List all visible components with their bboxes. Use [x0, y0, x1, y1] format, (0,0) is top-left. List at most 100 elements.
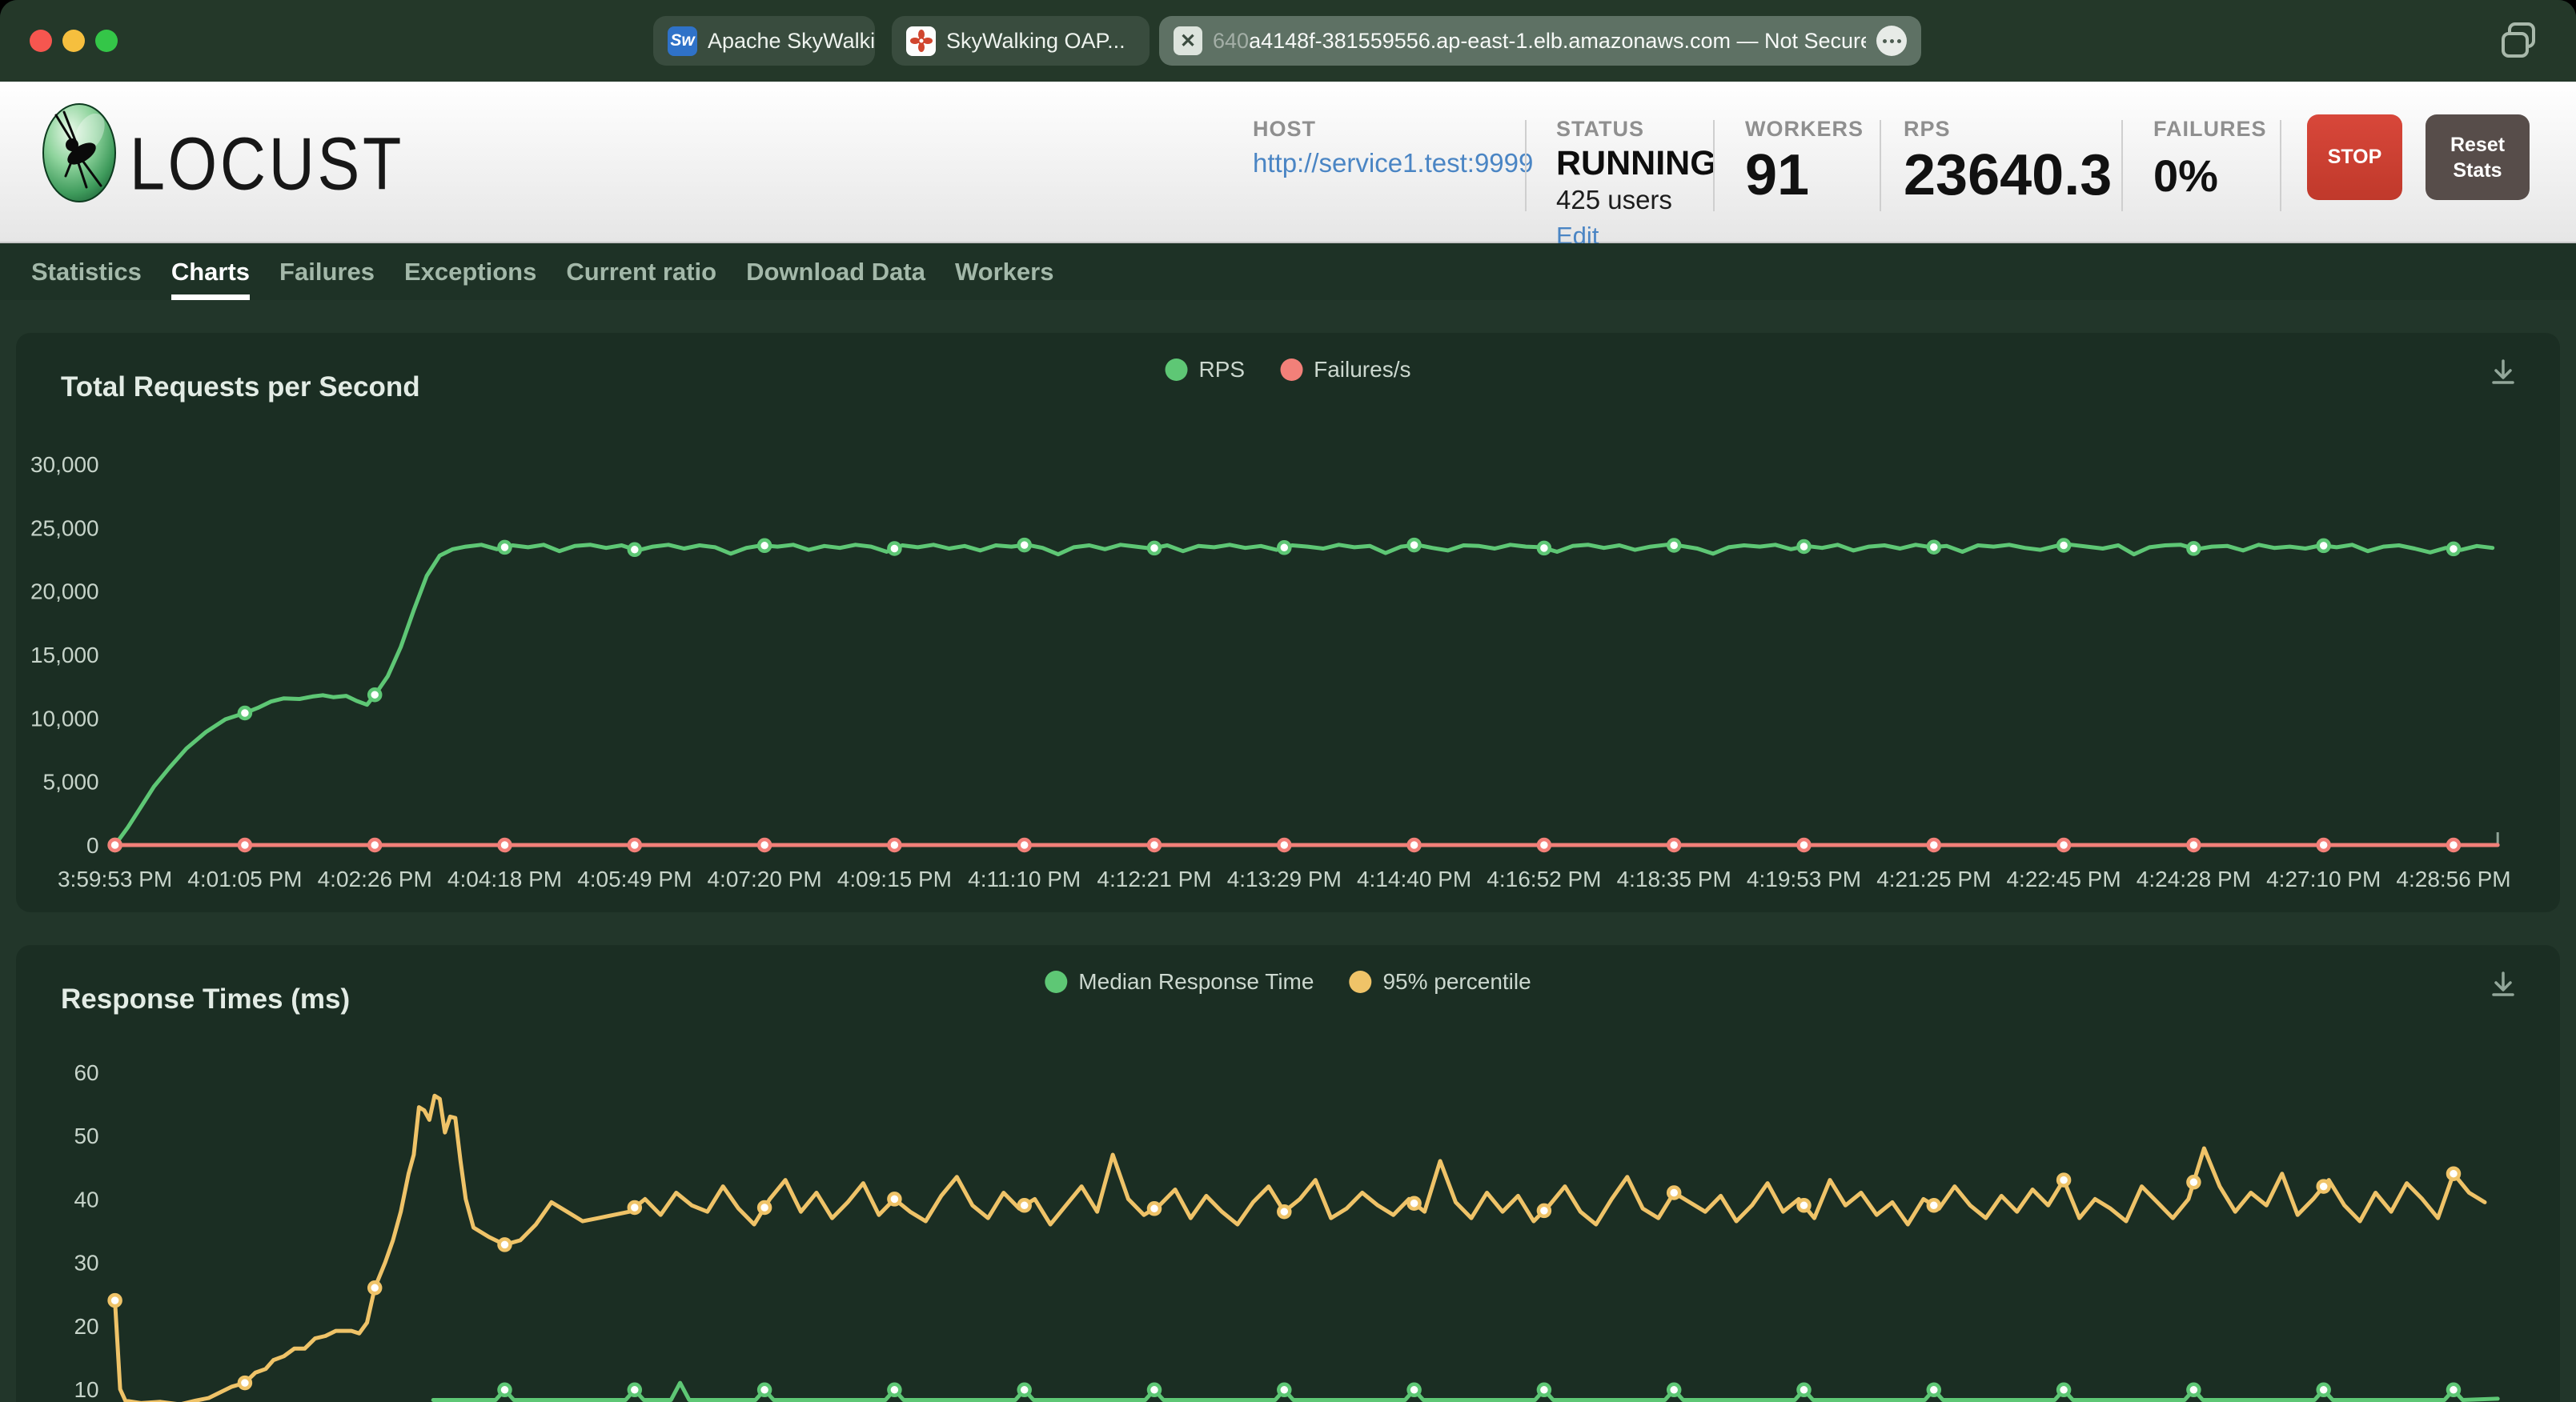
reset-stats-label-2: Stats [2453, 158, 2502, 182]
close-tab-icon[interactable]: ✕ [1174, 26, 1202, 55]
svg-text:40: 40 [74, 1187, 98, 1212]
svg-text:4:11:10 PM: 4:11:10 PM [968, 867, 1081, 891]
chart-legend: RPS Failures/s [1148, 357, 1429, 383]
failures-label: FAILURES [2153, 117, 2267, 141]
legend-dot-icon [1165, 359, 1188, 381]
host-stat: HOST http://service1.test:9999 [1253, 117, 1533, 178]
workers-stat: WORKERS 91 [1745, 117, 1864, 206]
legend-item-failures-s[interactable]: Failures/s [1280, 357, 1410, 383]
svg-text:15,000: 15,000 [30, 643, 99, 667]
svg-text:60: 60 [74, 1060, 98, 1085]
tab-overview-icon[interactable] [2498, 21, 2540, 61]
svg-text:4:05:49 PM: 4:05:49 PM [577, 867, 692, 891]
chart-legend: Median Response Time 95% percentile [1027, 969, 1548, 995]
workers-value: 91 [1745, 143, 1810, 207]
svg-text:20: 20 [74, 1314, 98, 1339]
reset-stats-label-1: Reset [2450, 133, 2506, 156]
locust-logo [42, 103, 116, 202]
minimize-window-button[interactable] [62, 30, 85, 52]
svg-text:4:21:25 PM: 4:21:25 PM [1876, 867, 1991, 891]
nav-tab-failures[interactable]: Failures [279, 243, 375, 300]
legend-label: Failures/s [1314, 357, 1411, 382]
status-value: RUNNING [1556, 144, 1717, 182]
tab-label: SkyWalking OAP... [946, 28, 1125, 53]
reset-stats-button[interactable]: Reset Stats [2426, 114, 2530, 200]
nav-tab-statistics[interactable]: Statistics [31, 243, 142, 300]
svg-text:4:13:29 PM: 4:13:29 PM [1227, 867, 1342, 891]
divider [1525, 120, 1527, 211]
nav-tab-current-ratio[interactable]: Current ratio [566, 243, 716, 300]
legend-label: RPS [1198, 357, 1246, 382]
brand-wordmark: LOCUST [130, 122, 405, 206]
svg-text:3:59:53 PM: 3:59:53 PM [58, 867, 172, 891]
rps-stat: RPS 23640.3 [1904, 117, 2112, 206]
legend-label: Median Response Time [1078, 969, 1314, 994]
address-bar-url[interactable]: 640a4148f-381559556.ap-east-1.elb.amazon… [1213, 29, 1866, 54]
svg-text:5,000: 5,000 [43, 770, 99, 795]
host-link[interactable]: http://service1.test:9999 [1253, 148, 1533, 178]
svg-text:4:14:40 PM: 4:14:40 PM [1357, 867, 1471, 891]
locust-header: LOCUST HOST http://service1.test:9999 ST… [0, 82, 2576, 250]
legend-item-median-response-time[interactable]: Median Response Time [1045, 969, 1314, 995]
status-stat: STATUS RUNNING 425 users Edit [1556, 117, 1717, 250]
failures-stat: FAILURES 0% [2153, 117, 2267, 202]
browser-tab-apache-skywalking[interactable]: Sw Apache SkyWalki... [653, 16, 875, 66]
status-users: 425 users [1556, 185, 1672, 214]
svg-text:30: 30 [74, 1251, 98, 1276]
browser-toolbar: Sw Apache SkyWalki... SkyWalking OAP... … [0, 0, 2576, 82]
rps-label: RPS [1904, 117, 1951, 141]
nav-tab-exceptions[interactable]: Exceptions [404, 243, 536, 300]
page-options-ellipsis-icon[interactable] [1876, 26, 1907, 56]
divider [2280, 120, 2281, 211]
svg-text:4:22:45 PM: 4:22:45 PM [2006, 867, 2121, 891]
divider [1713, 120, 1715, 211]
svg-text:30,000: 30,000 [30, 452, 99, 477]
stop-button-label: STOP [2327, 146, 2382, 168]
nav-tab-download-data[interactable]: Download Data [746, 243, 925, 300]
failures-value: 0% [2153, 150, 2218, 201]
chart-title: Total Requests per Second [61, 371, 420, 403]
svg-text:4:16:52 PM: 4:16:52 PM [1487, 867, 1601, 891]
skywalking-oap-icon [906, 26, 936, 56]
main-nav: Statistics Charts Failures Exceptions Curren… [0, 243, 2576, 300]
svg-text:4:01:05 PM: 4:01:05 PM [187, 867, 302, 891]
svg-text:4:18:35 PM: 4:18:35 PM [1617, 867, 1731, 891]
browser-window: Sw Apache SkyWalki... SkyWalking OAP... … [0, 0, 2576, 1402]
divider [2121, 120, 2123, 211]
download-chart-icon[interactable] [2488, 357, 2518, 387]
zoom-window-button[interactable] [95, 30, 118, 52]
svg-text:4:07:20 PM: 4:07:20 PM [707, 867, 821, 891]
browser-tab-active-url[interactable]: ✕ 640a4148f-381559556.ap-east-1.elb.amaz… [1159, 16, 1921, 66]
stop-button[interactable]: STOP [2307, 114, 2402, 200]
chart-title: Response Times (ms) [61, 983, 351, 1015]
svg-text:4:09:15 PM: 4:09:15 PM [837, 867, 952, 891]
legend-item-95-percentile[interactable]: 95% percentile [1349, 969, 1531, 995]
svg-text:4:12:21 PM: 4:12:21 PM [1097, 867, 1211, 891]
svg-text:4:19:53 PM: 4:19:53 PM [1747, 867, 1861, 891]
legend-item-rps[interactable]: RPS [1165, 357, 1246, 383]
response-times-panel: Response Times (ms) Median Response Time… [16, 945, 2560, 1402]
workers-label: WORKERS [1745, 117, 1864, 141]
divider [1880, 120, 1881, 211]
nav-tab-workers[interactable]: Workers [955, 243, 1054, 300]
svg-text:4:04:18 PM: 4:04:18 PM [447, 867, 562, 891]
svg-text:0: 0 [86, 833, 99, 858]
host-label: HOST [1253, 117, 1317, 141]
legend-dot-icon [1349, 971, 1372, 993]
skywalking-blue-icon: Sw [668, 26, 697, 56]
total-rps-chart: 0 5,000 10,000 15,000 20,000 25,000 30,000 3:59… [30, 452, 2511, 891]
status-label: STATUS [1556, 117, 1644, 141]
total-rps-panel: Total Requests per Second RPS Failures/s … [16, 333, 2560, 912]
tab-label: Apache SkyWalki... [708, 28, 875, 53]
svg-text:4:27:10 PM: 4:27:10 PM [2266, 867, 2381, 891]
svg-text:4:24:28 PM: 4:24:28 PM [2137, 867, 2251, 891]
rps-value: 23640.3 [1904, 143, 2113, 207]
svg-text:4:28:56 PM: 4:28:56 PM [2396, 867, 2510, 891]
download-chart-icon[interactable] [2488, 969, 2518, 999]
legend-label: 95% percentile [1382, 969, 1531, 994]
close-window-button[interactable] [30, 30, 52, 52]
browser-tab-skywalking-oap[interactable]: SkyWalking OAP... [892, 16, 1150, 66]
nav-tab-charts[interactable]: Charts [171, 243, 251, 300]
svg-text:4:02:26 PM: 4:02:26 PM [318, 867, 432, 891]
svg-text:25,000: 25,000 [30, 515, 99, 540]
